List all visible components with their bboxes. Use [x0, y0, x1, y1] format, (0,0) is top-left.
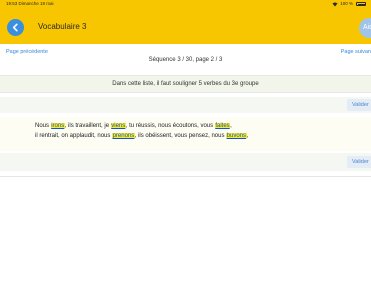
sequence-indicator: Séquence 3 / 30, page 2 / 3 [148, 57, 223, 63]
previous-page-link[interactable]: Page précédente [6, 49, 48, 55]
underlined-verb[interactable]: irons [50, 123, 65, 129]
back-button[interactable] [7, 19, 24, 36]
next-page-link[interactable]: Page suivan [341, 49, 371, 55]
status-bar: 19:53 Dimanche 19 mai 100 % [0, 0, 371, 8]
divider [0, 92, 371, 93]
exercise-line-1: Nous irons, ils travaillent, je viens, t… [35, 123, 232, 129]
exercise-text-segment[interactable]: , [247, 133, 249, 139]
divider [0, 176, 371, 177]
underlined-verb[interactable]: prenons [112, 133, 135, 139]
underlined-verb[interactable]: faites [214, 123, 231, 129]
exercise-text-segment[interactable]: , tu réussis, nous écoutons, vous [126, 123, 215, 129]
instruction-text: Dans cette liste, il faut souligner 5 ve… [0, 76, 371, 92]
help-button[interactable]: Aid [359, 18, 371, 38]
validate-row-bottom: Valider [0, 153, 371, 171]
exercise-text-segment[interactable]: , ils travaillent, je [65, 123, 111, 129]
underlined-verb[interactable]: buvons [226, 133, 247, 139]
validate-button-bottom[interactable]: Valider [347, 156, 371, 168]
validate-row-top: Valider [0, 97, 371, 113]
battery-percent: 100 % [340, 1, 353, 6]
exercise-text-segment[interactable]: Nous [35, 123, 51, 129]
exercise-text: Nous irons, ils travaillent, je viens, t… [0, 117, 371, 151]
chevron-left-icon [12, 23, 18, 32]
battery-icon [356, 2, 366, 6]
exercise-text-segment[interactable]: , ils obéissent, vous pensez, nous [135, 133, 226, 139]
status-time-date: 19:53 Dimanche 19 mai [6, 1, 54, 6]
exercise-line-2: il rentrait, on applaudit, nous prenons,… [35, 133, 248, 139]
wifi-icon [332, 2, 338, 6]
validate-button-top[interactable]: Valider [347, 99, 371, 111]
nav-bar: Vocabulaire 3 Aid [0, 8, 371, 44]
page-title: Vocabulaire 3 [38, 22, 87, 31]
underlined-verb[interactable]: viens [110, 123, 126, 129]
exercise-text-segment[interactable]: il rentrait, on applaudit, nous [35, 133, 112, 139]
status-indicators: 100 % [332, 0, 366, 8]
exercise-text-segment[interactable]: , [230, 123, 232, 129]
